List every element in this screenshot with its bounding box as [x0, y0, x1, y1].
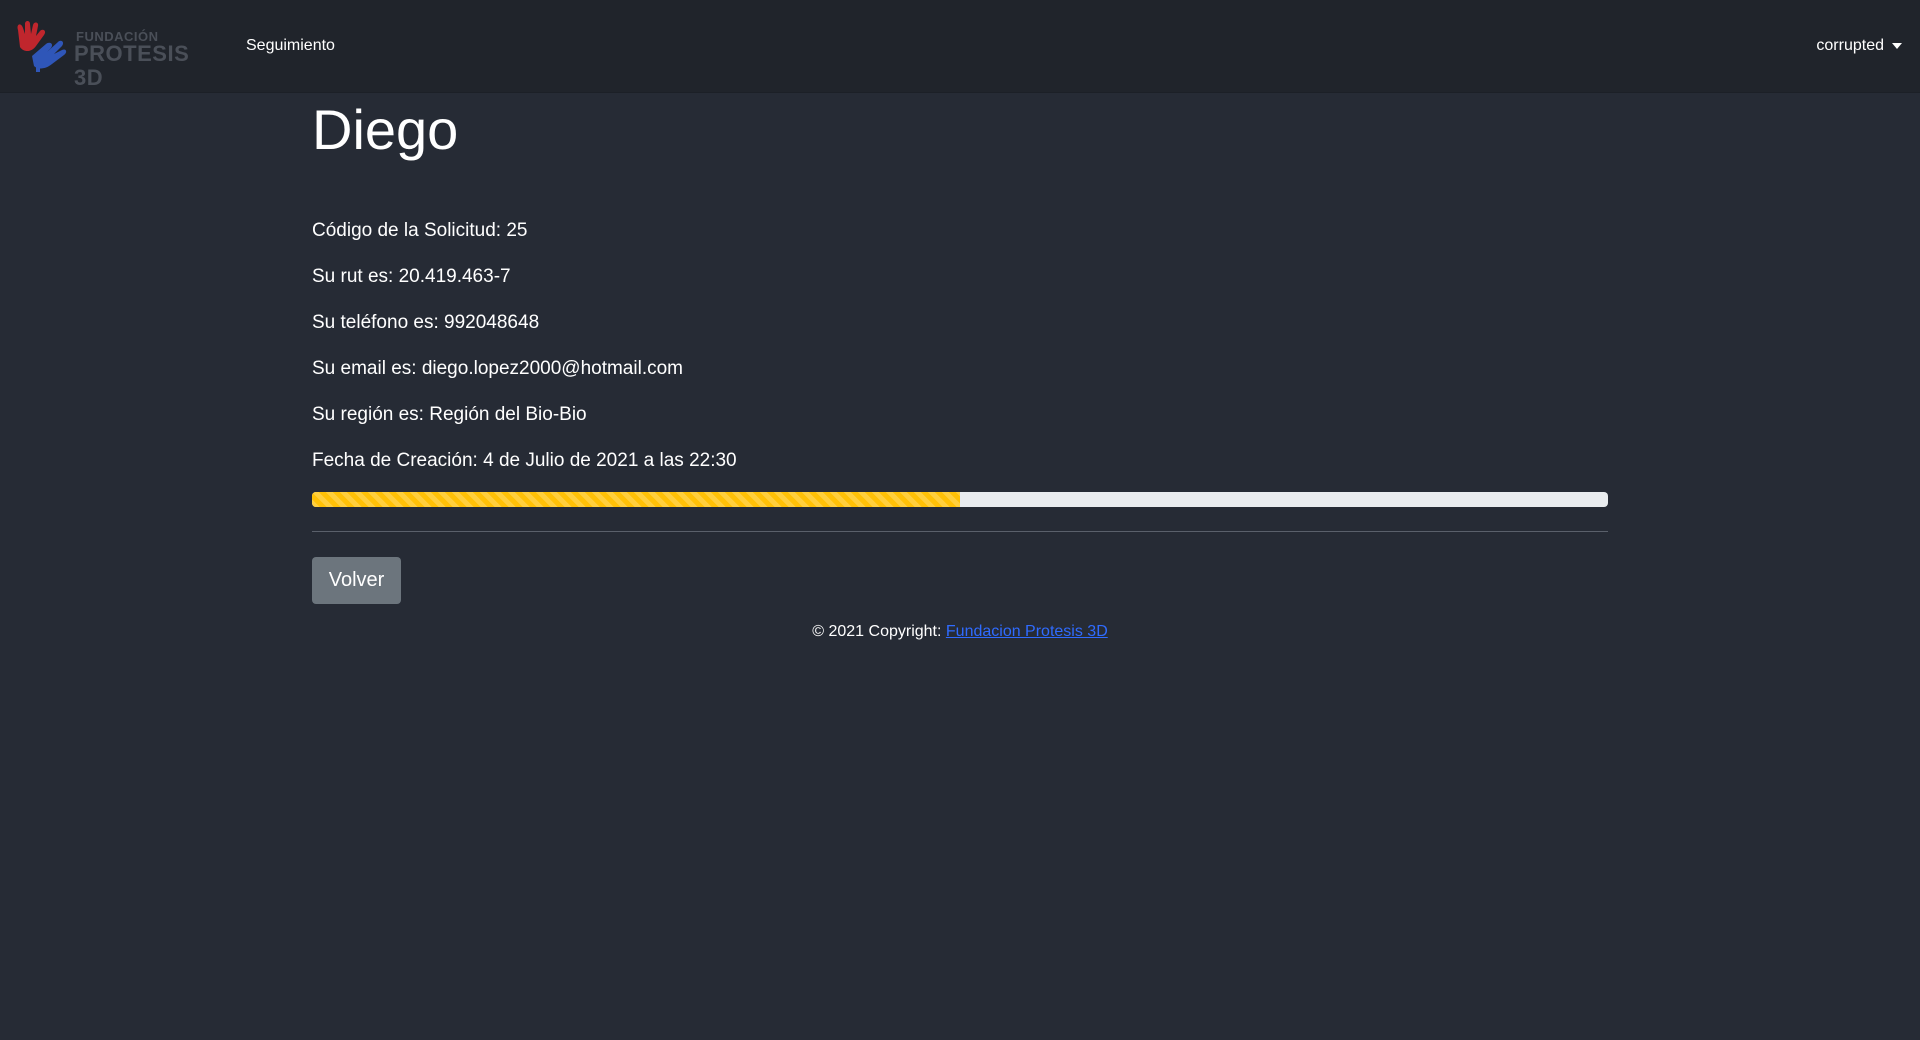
info-telefono: Su teléfono es: 992048648: [312, 312, 540, 333]
info-fecha: Fecha de Creación: 4 de Julio de 2021 a …: [312, 450, 737, 471]
brand-logo[interactable]: FUNDACIÓN PROTESIS 3D: [12, 20, 208, 90]
user-name: corrupted: [1816, 37, 1884, 54]
progress-bar: [312, 492, 960, 507]
brand-text-main: PROTESIS 3D: [74, 41, 190, 90]
user-dropdown[interactable]: corrupted: [1816, 36, 1902, 56]
info-rut: Su rut es: 20.419.463-7: [312, 266, 511, 287]
info-email: Su email es: diego.lopez2000@hotmail.com: [312, 358, 683, 379]
progress-track: [312, 492, 1608, 507]
footer-copyright-text: © 2021 Copyright:: [812, 623, 946, 640]
volver-button[interactable]: Volver: [312, 557, 401, 604]
divider: [312, 531, 1608, 532]
footer-link[interactable]: Fundacion Protesis 3D: [946, 623, 1108, 640]
hands-logo-icon: [17, 21, 67, 72]
page-title: Diego: [312, 98, 459, 161]
caret-down-icon: [1892, 43, 1902, 49]
info-region: Su región es: Región del Bio-Bio: [312, 404, 587, 425]
info-codigo: Código de la Solicitud: 25: [312, 220, 528, 241]
top-navbar: FUNDACIÓN PROTESIS 3D Seguimiento corrup…: [0, 0, 1920, 92]
footer: © 2021 Copyright: Fundacion Protesis 3D: [312, 622, 1608, 642]
nav-link-seguimiento[interactable]: Seguimiento: [246, 36, 335, 56]
